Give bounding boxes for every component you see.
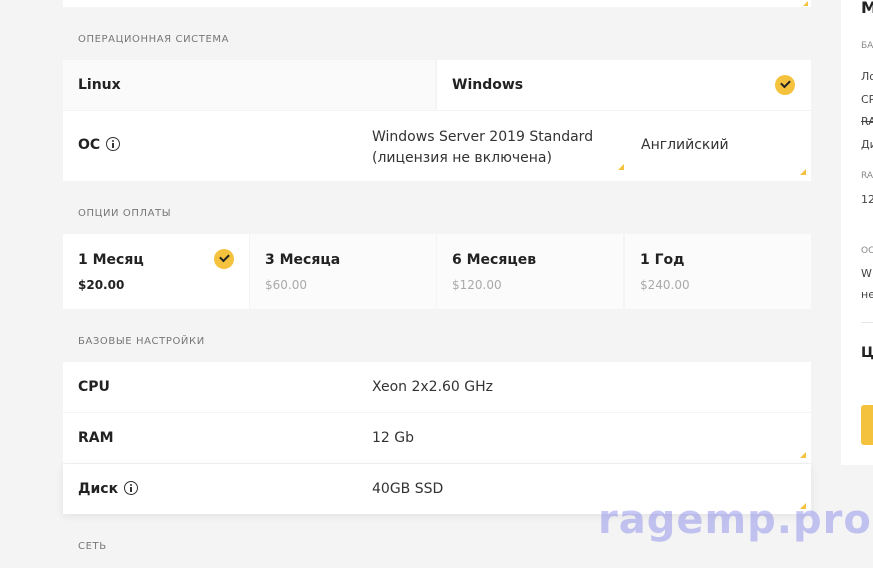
os-tab-linux[interactable]: Linux	[63, 60, 435, 110]
ram-value: 12 Gb	[372, 430, 414, 446]
payment-option-1-month[interactable]: 1 Месяц $20.00	[63, 234, 249, 309]
payment-period: 1 Год	[640, 252, 685, 268]
summary-line: Ло	[861, 70, 873, 83]
os-version-select[interactable]: Windows Server 2019 Standard (лицензия н…	[372, 127, 624, 171]
summary-base-title: БА	[861, 41, 873, 51]
os-version-line1: Windows Server 2019 Standard	[372, 129, 594, 145]
divider	[861, 322, 873, 323]
corner-marker	[803, 1, 808, 6]
payment-option-6-months[interactable]: 6 Месяцев $120.00	[437, 234, 623, 309]
info-icon[interactable]	[124, 481, 139, 495]
summary-line: CP	[861, 93, 873, 106]
section-title-payment: ОПЦИИ ОПЛАТЫ	[78, 208, 172, 219]
summary-ram-title: RA	[861, 171, 873, 181]
dropdown-corner-icon	[618, 164, 624, 170]
ram-row[interactable]: RAM 12 Gb	[63, 413, 811, 463]
os-label: ОС	[78, 137, 121, 153]
os-tab-windows[interactable]: Windows	[437, 60, 811, 110]
summary-title: М	[861, 0, 873, 17]
os-tab-label: Windows	[452, 77, 524, 93]
info-icon[interactable]	[106, 137, 121, 151]
payment-price: $20.00	[78, 278, 125, 292]
payment-period: 3 Месяца	[265, 252, 341, 268]
payment-period: 6 Месяцев	[452, 252, 537, 268]
watermark: ragemp.pro	[598, 497, 872, 543]
payment-options: 1 Месяц $20.00 3 Месяца $60.00 6 Месяцев…	[63, 234, 811, 309]
section-title-network: СЕТЬ	[78, 541, 107, 552]
summary-ram-value: 12	[861, 193, 873, 206]
payment-price: $120.00	[452, 278, 502, 292]
disk-value: 40GB SSD	[372, 481, 444, 497]
dropdown-corner-icon	[800, 452, 806, 458]
section-title-base: БАЗОВЫЕ НАСТРОЙКИ	[78, 336, 205, 347]
summary-os-line: W	[861, 267, 872, 280]
payment-price: $60.00	[265, 278, 307, 292]
summary-line: RA	[861, 115, 873, 128]
ram-label: RAM	[78, 430, 114, 446]
order-button[interactable]	[861, 405, 873, 445]
check-icon	[775, 75, 795, 95]
cpu-value: Xeon 2x2.60 GHz	[372, 379, 494, 395]
language-value: Английский	[641, 137, 729, 153]
os-version-row: ОС Windows Server 2019 Standard (лицензи…	[63, 111, 811, 181]
base-settings: CPU Xeon 2x2.60 GHz RAM 12 Gb Диск 40GB …	[63, 362, 811, 514]
summary-price-label: Ц	[861, 345, 873, 361]
summary-os-title: ОС	[861, 246, 873, 256]
cpu-row: CPU Xeon 2x2.60 GHz	[63, 362, 811, 412]
language-select[interactable]: Английский	[641, 137, 806, 175]
payment-option-3-months[interactable]: 3 Месяца $60.00	[250, 234, 436, 309]
dropdown-corner-icon	[800, 169, 806, 175]
previous-card	[63, 0, 811, 7]
os-version-line2: (лицензия не включена)	[372, 150, 552, 166]
payment-price: $240.00	[640, 278, 690, 292]
summary-os-line: не	[861, 288, 873, 301]
check-icon	[214, 249, 234, 269]
os-tab-label: Linux	[78, 77, 121, 93]
payment-period: 1 Месяц	[78, 252, 144, 268]
cpu-label: CPU	[78, 379, 110, 395]
os-panel: Linux Windows ОС Windows Server 2019 Sta…	[63, 60, 811, 181]
order-summary-sidebar: М БА Ло CP RA Ди RA 12 ОС W не Ц	[841, 0, 873, 465]
summary-line: Ди	[861, 138, 873, 151]
disk-label: Диск	[78, 481, 139, 497]
payment-option-1-year[interactable]: 1 Год $240.00	[625, 234, 811, 309]
section-title-os: ОПЕРАЦИОННАЯ СИСТЕМА	[78, 34, 230, 45]
